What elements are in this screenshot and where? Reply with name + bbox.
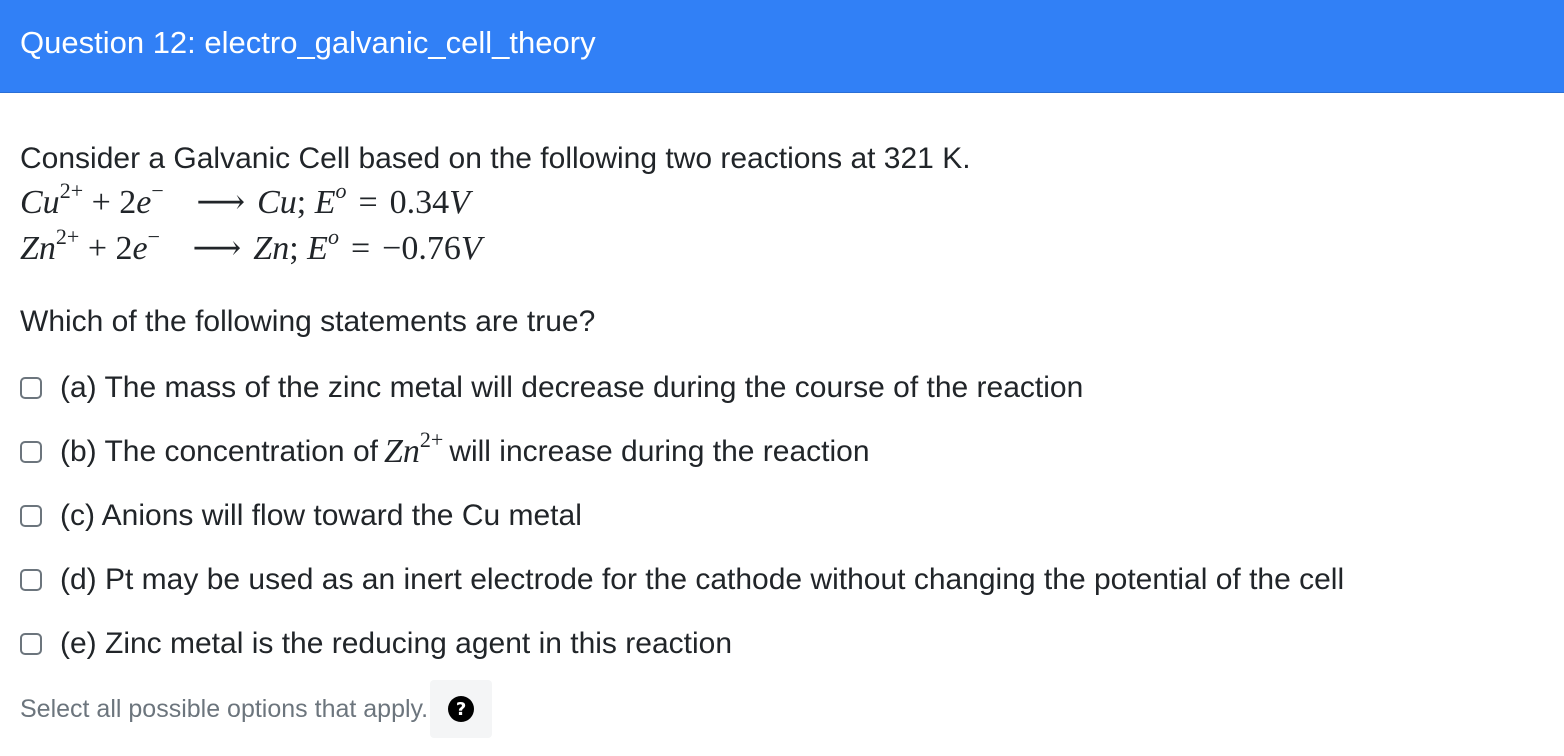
ion-charge: 2+ [59, 178, 84, 203]
reactant-ion: Cu [20, 184, 60, 221]
potential-symbol: E [307, 230, 328, 267]
product: Zn [253, 230, 290, 267]
potential-sup: o [335, 178, 347, 203]
option-a-checkbox[interactable] [20, 377, 42, 399]
question-body: Consider a Galvanic Cell based on the fo… [20, 138, 1550, 676]
plus-electrons: + 2 [87, 230, 133, 267]
reaction-equation-cu: Cu2+ + 2e− ⟶ Cu; Eo = 0.34V [20, 180, 1550, 226]
option-c-checkbox[interactable] [20, 505, 42, 527]
option-e-label: (e) Zinc metal is the reducing agent in … [60, 627, 732, 660]
reaction-equation-zn: Zn2+ + 2e− ⟶ Zn; Eo = −0.76V [20, 226, 1550, 272]
ion-charge: 2+ [55, 224, 80, 249]
electron-charge: − [151, 178, 164, 203]
potential-sup: o [327, 224, 339, 249]
electron-symbol: e [136, 184, 152, 221]
option-b-math: Zn2+ [383, 429, 443, 471]
option-d-label: (d) Pt may be used as an inert electrode… [60, 563, 1345, 596]
reaction-arrow: ⟶ [192, 230, 242, 267]
product: Cu [257, 184, 297, 221]
option-b-checkbox[interactable] [20, 441, 42, 463]
equals-sign: = [350, 230, 371, 267]
separator: ; [296, 184, 307, 221]
option-e-checkbox[interactable] [20, 633, 42, 655]
plus-electrons: + 2 [91, 184, 137, 221]
question-footer: Select all possible options that apply. … [20, 680, 493, 738]
option-c-label: (c) Anions will flow toward the Cu metal [60, 499, 582, 532]
option-e[interactable]: (e) Zinc metal is the reducing agent in … [20, 612, 1550, 676]
reactant-ion: Zn [20, 230, 56, 267]
potential-value: 0.34 [389, 184, 450, 221]
options-list: (a) The mass of the zinc metal will decr… [20, 356, 1550, 676]
help-button[interactable]: ? [430, 680, 493, 738]
option-b-label-after: will increase during the reaction [449, 435, 870, 468]
reaction-arrow: ⟶ [196, 184, 246, 221]
question-intro: Consider a Galvanic Cell based on the fo… [20, 142, 971, 175]
option-b[interactable]: (b) The concentration of Zn2+ will incre… [20, 420, 1550, 484]
option-c[interactable]: (c) Anions will flow toward the Cu metal [20, 484, 1550, 548]
potential-symbol: E [314, 184, 336, 221]
electron-symbol: e [132, 230, 148, 267]
potential-value: −0.76 [382, 230, 461, 267]
option-a[interactable]: (a) The mass of the zinc metal will decr… [20, 356, 1550, 420]
option-b-math-sup: 2+ [419, 427, 444, 452]
select-hint: Select all possible options that apply. [20, 694, 429, 723]
option-b-label-before: (b) The concentration of [60, 435, 378, 468]
potential-unit: V [449, 184, 470, 221]
question-prompt: Which of the following statements are tr… [20, 305, 596, 338]
option-b-math-var: Zn [383, 433, 420, 470]
question-header: Question 12: electro_galvanic_cell_theor… [0, 0, 1564, 93]
option-d[interactable]: (d) Pt may be used as an inert electrode… [20, 548, 1550, 612]
equals-sign: = [358, 184, 378, 221]
potential-unit: V [460, 230, 482, 267]
electron-charge: − [147, 224, 161, 249]
separator: ; [289, 230, 299, 267]
question-circle-icon: ? [448, 696, 475, 722]
question-title: Question 12: electro_galvanic_cell_theor… [20, 25, 596, 60]
option-a-label: (a) The mass of the zinc metal will decr… [60, 371, 1084, 404]
option-d-checkbox[interactable] [20, 569, 42, 591]
